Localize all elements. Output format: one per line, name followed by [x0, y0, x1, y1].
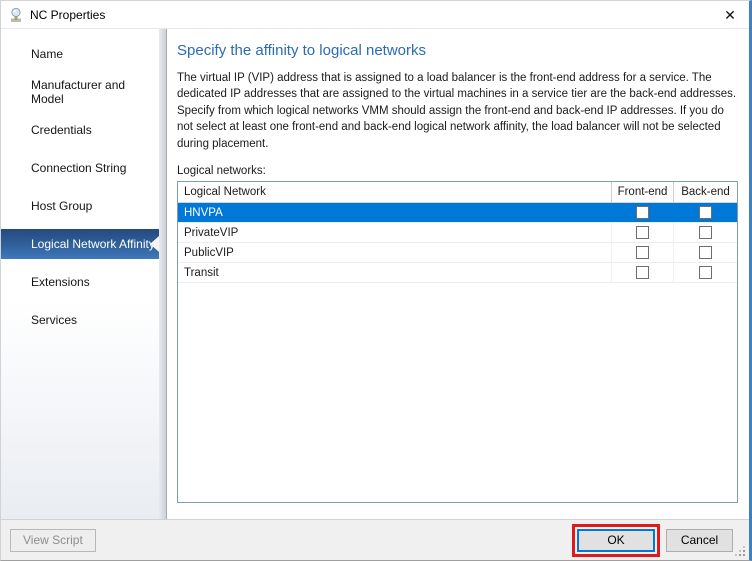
nc-properties-dialog: NC Properties ✕ Name Manufacturer and Mod…	[0, 0, 752, 561]
be-cell	[673, 223, 737, 242]
be-cell	[673, 243, 737, 262]
page-title: Specify the affinity to logical networks	[177, 42, 738, 59]
sidebar-item-label: Host Group	[31, 199, 92, 213]
sidebar-splitter[interactable]	[159, 29, 167, 519]
cancel-button[interactable]: Cancel	[666, 529, 733, 552]
back-end-checkbox[interactable]	[699, 226, 712, 239]
column-header-front-end[interactable]: Front-end	[611, 182, 673, 202]
logical-network-name: PublicVIP	[178, 243, 611, 262]
sidebar-item-logical-network-affinity[interactable]: Logical Network Affinity	[1, 229, 159, 259]
table-header-row: Logical Network Front-end Back-end	[178, 182, 737, 203]
back-end-checkbox[interactable]	[699, 246, 712, 259]
logical-networks-table: Logical Network Front-end Back-end HNVPA…	[177, 181, 738, 503]
resize-grip-icon[interactable]	[734, 545, 746, 557]
table-row[interactable]: PrivateVIP	[178, 223, 737, 243]
sidebar-item-label: Name	[31, 47, 63, 61]
sidebar-item-services[interactable]: Services	[1, 305, 159, 335]
sidebar-item-credentials[interactable]: Credentials	[1, 115, 159, 145]
sidebar-item-label: Manufacturer and Model	[31, 78, 159, 106]
front-end-checkbox[interactable]	[636, 226, 649, 239]
sidebar-item-name[interactable]: Name	[1, 39, 159, 69]
sidebar-item-label: Extensions	[31, 275, 90, 289]
logical-networks-label: Logical networks:	[177, 165, 738, 177]
view-script-button[interactable]: View Script	[10, 529, 96, 552]
logical-network-name: Transit	[178, 263, 611, 282]
sidebar-item-label: Logical Network Affinity	[31, 237, 155, 251]
column-header-back-end[interactable]: Back-end	[673, 182, 737, 202]
fe-cell	[611, 243, 673, 262]
load-balancer-icon	[8, 7, 24, 23]
sidebar-item-manufacturer-and-model[interactable]: Manufacturer and Model	[1, 77, 159, 107]
ok-button[interactable]: OK	[577, 529, 655, 552]
description-text: The virtual IP (VIP) address that is ass…	[177, 70, 738, 152]
be-cell	[673, 263, 737, 282]
title-bar: NC Properties ✕	[1, 1, 749, 29]
sidebar-item-extensions[interactable]: Extensions	[1, 267, 159, 297]
front-end-checkbox[interactable]	[636, 206, 649, 219]
back-end-checkbox[interactable]	[699, 206, 712, 219]
fe-cell	[611, 223, 673, 242]
footer-action-buttons: OK Cancel	[572, 524, 733, 557]
footer-bar: View Script OK Cancel	[1, 519, 749, 560]
table-body: HNVPAPrivateVIPPublicVIPTransit	[178, 203, 737, 283]
fe-cell	[611, 263, 673, 282]
logical-network-name: PrivateVIP	[178, 223, 611, 242]
window-title: NC Properties	[30, 8, 105, 22]
dialog-body: Name Manufacturer and Model Credentials Con…	[1, 29, 749, 519]
selected-item-arrow-icon	[150, 236, 159, 252]
sidebar-item-host-group[interactable]: Host Group	[1, 191, 159, 221]
close-icon: ✕	[724, 7, 736, 24]
sidebar-item-label: Services	[31, 313, 77, 327]
back-end-checkbox[interactable]	[699, 266, 712, 279]
column-header-logical-network[interactable]: Logical Network	[178, 182, 611, 202]
table-empty-area	[178, 283, 737, 502]
table-row[interactable]: Transit	[178, 263, 737, 283]
sidebar-item-label: Connection String	[31, 161, 126, 175]
close-button[interactable]: ✕	[717, 3, 743, 27]
annotation-rectangle: OK	[572, 524, 660, 557]
sidebar-item-connection-string[interactable]: Connection String	[1, 153, 159, 183]
content-pane: Specify the affinity to logical networks…	[167, 29, 749, 519]
front-end-checkbox[interactable]	[636, 246, 649, 259]
be-cell	[673, 203, 737, 222]
front-end-checkbox[interactable]	[636, 266, 649, 279]
fe-cell	[611, 203, 673, 222]
table-row[interactable]: PublicVIP	[178, 243, 737, 263]
sidebar-nav: Name Manufacturer and Model Credentials Con…	[1, 29, 159, 519]
sidebar-item-label: Credentials	[31, 123, 92, 137]
logical-network-name: HNVPA	[178, 203, 611, 222]
table-row[interactable]: HNVPA	[178, 203, 737, 223]
